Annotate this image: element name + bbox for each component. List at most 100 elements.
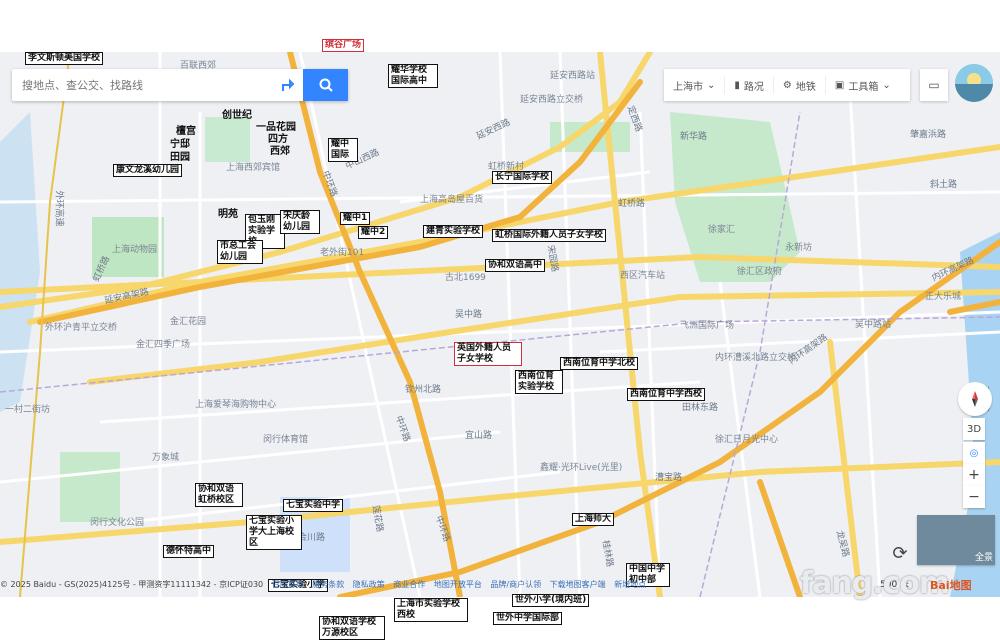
copyright-text: © 2025 Baidu - GS(2025)4125号 - 甲测资字11111… bbox=[0, 580, 264, 589]
toolbox-icon: ▣ bbox=[834, 79, 845, 91]
footer-link-privacy[interactable]: 隐私政策 bbox=[353, 580, 385, 589]
footer-link-business[interactable]: 商业合作 bbox=[393, 580, 425, 589]
poi-gaodao[interactable]: 上海高岛屋百货 bbox=[420, 192, 483, 205]
annotation-shiwai-primary: 世外小学(境内班) bbox=[512, 594, 590, 607]
annotation-british-intl: 英国外籍人员子女学校 bbox=[454, 342, 522, 366]
annotation-kangwen: 康文龙溪幼儿园 bbox=[113, 164, 183, 177]
culture-park bbox=[60, 452, 120, 522]
label-tianyuan: 田园 bbox=[170, 152, 190, 163]
poi-laowaijie[interactable]: 老外街101 bbox=[320, 245, 364, 258]
traffic-button[interactable]: ▮ 路况 bbox=[725, 76, 774, 94]
annotation-shsy-west: 上海市实验学校西校 bbox=[394, 598, 468, 622]
fang-watermark: fang.com bbox=[800, 566, 950, 601]
poi-minhang-stadium[interactable]: 闵行体育馆 bbox=[263, 432, 308, 445]
footer-link-terms[interactable]: 服务条款 bbox=[312, 580, 344, 589]
annotation-yaozhong2: 耀中2 bbox=[358, 226, 389, 239]
search-box bbox=[12, 69, 348, 101]
annotation-dwight: 德怀特高中 bbox=[163, 545, 215, 558]
annotation-xiehe-high: 协和双语高中 bbox=[485, 259, 546, 272]
poi-waihuan-interchange[interactable]: 外环沪青平立交桥 bbox=[45, 320, 117, 333]
annotation-qibao-primary-dashanghai: 七宝实验小学大上海校区 bbox=[246, 515, 302, 550]
zoom-out-button[interactable]: − bbox=[963, 486, 985, 508]
poi-shanghai-aiqinhai[interactable]: 上海爱琴海购物中心 bbox=[195, 397, 276, 410]
label-mingyuan: 明苑 bbox=[218, 209, 238, 220]
poi-feizhou[interactable]: 飞洲国际广场 bbox=[680, 318, 734, 331]
road-wuzhong: 吴中路 bbox=[455, 310, 483, 320]
annotation-xinanweiyu-west: 西南位育中学西校 bbox=[627, 388, 706, 401]
poi-xuhui-gov[interactable]: 徐汇区政府 bbox=[737, 264, 782, 277]
message-button[interactable]: ▭ bbox=[920, 69, 948, 101]
poi-zhenghe-tangu[interactable]: 吴中路站 bbox=[855, 317, 891, 330]
search-button[interactable] bbox=[303, 69, 348, 101]
refresh-button[interactable]: ⟳ bbox=[886, 539, 914, 567]
message-icon: ▭ bbox=[928, 78, 940, 92]
locate-button[interactable]: ◎ bbox=[963, 442, 985, 464]
map-toolbar: 上海市 ⌄ ▮ 路况 ⚙ 地铁 ▣ 工具箱 ⌄ bbox=[664, 69, 910, 101]
poi-jinhui-square[interactable]: 金汇四季广场 bbox=[136, 337, 190, 350]
footer-link-baidu-home[interactable]: 百度首页 bbox=[272, 580, 304, 589]
user-avatar[interactable] bbox=[955, 64, 993, 102]
map-canvas[interactable]: 延安高架路 延安西路 虹桥路 虹桥路 中环路 中环路 中环路 中山西路 吴中路 … bbox=[0, 52, 1000, 597]
search-input[interactable] bbox=[12, 77, 274, 93]
road-hongqiao2: 虹桥路 bbox=[618, 199, 646, 209]
footer-link-claim[interactable]: 品牌/商户认领 bbox=[490, 580, 541, 589]
annotation-xiehe-wanyuan: 协和双语学校万源校区 bbox=[319, 616, 385, 640]
footer-link-open-platform[interactable]: 地图开放平台 bbox=[434, 580, 482, 589]
poi-yanan-interchange[interactable]: 延安西路立交桥 bbox=[520, 92, 583, 105]
footer-link-download[interactable]: 下载地图客户端 bbox=[550, 580, 606, 589]
road-tianlin-east: 田林东路 bbox=[682, 403, 719, 413]
poi-xuhui-sun[interactable]: 徐汇日月光中心 bbox=[715, 432, 778, 445]
annotation-jianqing: 建青实验学校 bbox=[423, 225, 484, 238]
city-selector[interactable]: 上海市 ⌄ bbox=[664, 76, 726, 94]
poi-yongxin[interactable]: 永新坊 bbox=[785, 240, 812, 253]
footer-link-add-place[interactable]: 新增地点 bbox=[614, 580, 646, 589]
poi-neihuan-interchange[interactable]: 内环漕溪北路立交桥 bbox=[715, 350, 796, 363]
annotation-xinanweiyu-north: 西南位育中学北校 bbox=[560, 357, 639, 370]
poi-yicun[interactable]: 一村二街坊 bbox=[5, 402, 50, 415]
3d-button[interactable]: 3D bbox=[963, 418, 985, 440]
road-yishan: 宜山路 bbox=[465, 431, 493, 441]
poi-xijiao-hotel[interactable]: 上海西郊宾馆 bbox=[226, 160, 280, 173]
annotation-songqingling: 宋庆龄幼儿园 bbox=[280, 210, 320, 234]
poi-xujiahui[interactable]: 徐家汇 bbox=[708, 222, 735, 235]
subway-icon: ⚙ bbox=[782, 79, 792, 91]
poi-zhengda[interactable]: 正大乐城 bbox=[925, 289, 961, 302]
annotation-yaozhong-intl: 耀中国际 bbox=[328, 138, 358, 162]
annotation-shiwai-middle: 世外中学国际部 bbox=[493, 612, 563, 625]
road-caobao: 漕宝路 bbox=[655, 473, 683, 483]
road-waihuan: 外环高速 bbox=[53, 190, 64, 227]
annotation-xiehe-hongqiao: 协和双语虹桥校区 bbox=[195, 483, 243, 507]
toolbox-button[interactable]: ▣ 工具箱 ⌄ bbox=[826, 76, 900, 94]
annotation-hongqiao-intl: 虹桥国际外籍人员子女学校 bbox=[492, 229, 607, 242]
annotation-changning-intl: 长宁国际学校 bbox=[492, 171, 553, 184]
traffic-light-icon: ▮ bbox=[734, 79, 740, 91]
annotation-zonggonghui: 市总工会幼儿园 bbox=[217, 240, 263, 264]
xijiao-park bbox=[205, 117, 250, 162]
map-base-layer bbox=[0, 52, 1000, 597]
poi-minhang-culture[interactable]: 闵行文化公园 bbox=[90, 515, 144, 528]
compass-control[interactable] bbox=[958, 382, 992, 416]
annotation-qibao-middle: 七宝实验中学 bbox=[283, 499, 344, 512]
annotation-shnu: 上海师大 bbox=[572, 513, 615, 526]
refresh-icon: ⟳ bbox=[892, 542, 908, 564]
road-xinhua: 新华路 bbox=[680, 132, 708, 142]
poi-shanghai-zoo[interactable]: 上海动物园 bbox=[112, 242, 157, 255]
subway-button[interactable]: ⚙ 地铁 bbox=[774, 76, 826, 94]
zoom-in-button[interactable]: + bbox=[963, 464, 985, 486]
poi-wanxiang[interactable]: 万象城 bbox=[152, 450, 179, 463]
road-hechuan: 合川路 bbox=[298, 533, 326, 543]
poi-west-bus[interactable]: 西区汽车站 bbox=[620, 268, 665, 281]
poi-yanan-station[interactable]: 延安西路站 bbox=[550, 68, 595, 81]
panorama-thumbnail[interactable]: 全景 bbox=[917, 515, 995, 565]
route-icon[interactable] bbox=[276, 73, 300, 97]
annotation-livingston: 李文斯顿美国学校 bbox=[25, 52, 104, 65]
annotation-binggu-plaza: 缤谷广场 bbox=[322, 39, 365, 52]
chevron-down-icon: ⌄ bbox=[707, 79, 716, 91]
road-zhaojiabang: 肇嘉浜路 bbox=[910, 130, 947, 140]
chevron-down-icon: ⌄ bbox=[882, 79, 891, 91]
label-chuangshiji: 创世纪 bbox=[222, 110, 252, 121]
poi-gubei1699[interactable]: 古北1699 bbox=[445, 270, 486, 283]
poi-jinhui-garden[interactable]: 金汇花园 bbox=[170, 314, 206, 327]
poi-xinyao[interactable]: 鑫耀·光环Live(光里) bbox=[540, 460, 622, 473]
annotation-xinanweiyu-exp: 西南位育实验学校 bbox=[515, 370, 563, 394]
